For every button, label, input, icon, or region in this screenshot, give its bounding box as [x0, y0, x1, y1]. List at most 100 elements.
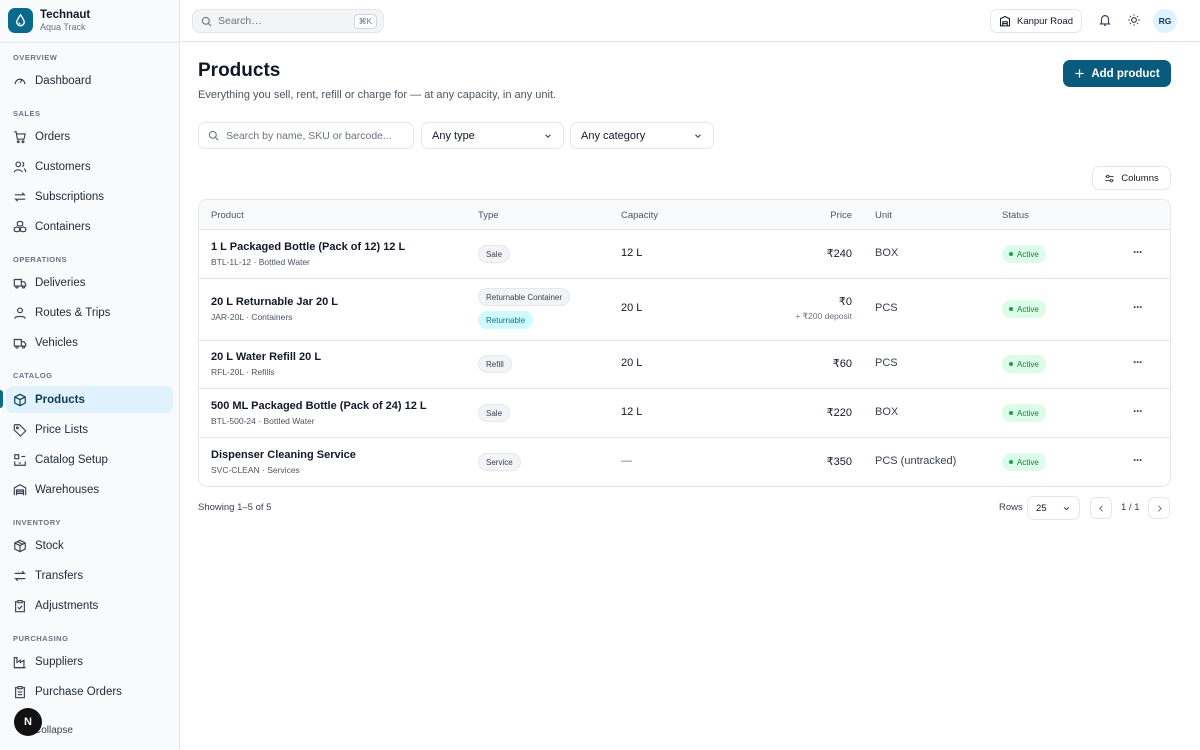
chevron-down-icon [695, 133, 701, 138]
columns-button[interactable]: Columns [1092, 166, 1171, 190]
status-label: Active [1017, 359, 1039, 369]
package-icon [14, 393, 26, 406]
sidebar-item-label: Warehouses [35, 483, 100, 496]
sidebar-item-suppliers[interactable]: Suppliers [6, 648, 173, 675]
sidebar-item-customers[interactable]: Customers [6, 153, 173, 180]
chevron-left-icon [1098, 504, 1103, 512]
sidebar-item-containers[interactable]: Containers [6, 213, 173, 240]
table-row[interactable]: 1 L Packaged Bottle (Pack of 12) 12 L BT… [199, 230, 1170, 279]
product-search-input[interactable]: Search by name, SKU or barcode... [198, 122, 414, 149]
sidebar-item-routes-trips[interactable]: Routes & Trips [6, 299, 173, 326]
sidebar-item-vehicles[interactable]: Vehicles [6, 329, 173, 356]
status-badge: Active [1002, 453, 1046, 471]
column-header-price[interactable]: Price [830, 210, 852, 221]
brand[interactable]: Technaut Aqua Track [8, 8, 90, 33]
topbar: Search… ⌘K Kanpur Road RG [180, 0, 1200, 42]
row-actions-more-icon[interactable]: ··· [1133, 355, 1143, 369]
unit-value: PCS [875, 302, 898, 314]
sidebar-item-adjustments[interactable]: Adjustments [6, 592, 173, 619]
user-avatar[interactable]: RG [1153, 9, 1177, 33]
page-subtitle: Everything you sell, rent, refill or cha… [198, 89, 557, 101]
search-icon [208, 130, 219, 141]
sidebar-item-products[interactable]: Products [6, 386, 173, 413]
status-dot [1009, 252, 1013, 256]
global-search-input[interactable]: Search… ⌘K [192, 9, 384, 33]
sidebar-item-dashboard[interactable]: Dashboard [6, 67, 173, 94]
bell-icon[interactable] [1098, 13, 1112, 27]
product-name[interactable]: 1 L Packaged Bottle (Pack of 12) 12 L [211, 241, 405, 253]
column-header-unit[interactable]: Unit [875, 210, 892, 221]
row-actions-more-icon[interactable]: ··· [1133, 453, 1143, 467]
sidebar-item-transfers[interactable]: Transfers [6, 562, 173, 589]
table-row[interactable]: Dispenser Cleaning Service SVC-CLEAN · S… [199, 438, 1170, 486]
branch-selector-button[interactable]: Kanpur Road [990, 9, 1082, 33]
price-value: ₹220 [826, 407, 852, 419]
arrows-icon [14, 570, 26, 581]
column-header-product[interactable]: Product [211, 210, 244, 221]
type-badge: Sale [478, 404, 511, 422]
status-badge: Active [1002, 245, 1046, 263]
nav-section-operations: OPERATIONS [13, 255, 68, 264]
truck-icon [13, 338, 27, 349]
status-badge: Active [1002, 355, 1046, 373]
sidebar-item-catalog-setup[interactable]: Catalog Setup [6, 446, 173, 473]
nav-section-purchasing: PURCHASING [13, 634, 69, 643]
floating-badge-button[interactable]: N [14, 708, 42, 736]
table-row[interactable]: 500 ML Packaged Bottle (Pack of 24) 12 L… [199, 389, 1170, 438]
status-badge: Active [1002, 404, 1046, 422]
sidebar-item-label: Deliveries [35, 276, 86, 289]
product-name[interactable]: 500 ML Packaged Bottle (Pack of 24) 12 L [211, 400, 427, 412]
column-header-status[interactable]: Status [1002, 210, 1029, 221]
next-page-button[interactable] [1148, 497, 1170, 519]
status-dot [1009, 362, 1013, 366]
status-dot [1009, 307, 1013, 311]
product-name[interactable]: 20 L Water Refill 20 L [211, 351, 321, 363]
category-select[interactable]: Any category [570, 122, 714, 149]
global-search-placeholder: Search… [218, 15, 262, 27]
row-actions-more-icon[interactable]: ··· [1133, 245, 1143, 259]
sliders-icon [1105, 174, 1114, 182]
sidebar-item-price-lists[interactable]: Price Lists [6, 416, 173, 443]
type-select[interactable]: Any type [421, 122, 564, 149]
sidebar-item-label: Catalog Setup [35, 453, 108, 466]
type-select-value: Any type [432, 129, 475, 142]
row-actions-more-icon[interactable]: ··· [1133, 300, 1143, 314]
price-value: ₹60 [832, 358, 852, 370]
product-name[interactable]: 20 L Returnable Jar 20 L [211, 296, 338, 308]
add-product-label: Add product [1091, 67, 1160, 80]
returnable-badge: Returnable [478, 311, 534, 329]
column-header-capacity[interactable]: Capacity [621, 210, 658, 221]
type-badge: Sale [478, 245, 511, 263]
status-label: Active [1017, 408, 1039, 418]
sidebar-item-label: Products [35, 393, 85, 406]
table-header: Product Type Capacity Price Unit Status [199, 200, 1170, 230]
sidebar-item-label: Customers [35, 160, 91, 173]
nav-section-catalog: CATALOG [13, 371, 53, 380]
clipboard-check-icon [15, 599, 25, 612]
unit-value: PCS (untracked) [875, 455, 957, 467]
table-row[interactable]: 20 L Returnable Jar 20 L JAR-20L · Conta… [199, 279, 1170, 341]
brand-name: Technaut [40, 8, 91, 21]
product-name[interactable]: Dispenser Cleaning Service [211, 449, 356, 461]
sun-icon[interactable] [1127, 13, 1141, 27]
capacity-value: 20 L [621, 357, 643, 369]
sidebar-item-stock[interactable]: Stock [6, 532, 173, 559]
add-product-button[interactable]: Add product [1063, 60, 1171, 87]
sidebar: Technaut Aqua Track OVERVIEW Dashboard S… [0, 0, 180, 750]
sidebar-item-purchase-orders[interactable]: Purchase Orders [6, 678, 173, 705]
table-row[interactable]: 20 L Water Refill 20 L RFL-20L · Refills… [199, 341, 1170, 389]
rows-per-page-select[interactable]: 25 [1027, 496, 1080, 520]
sidebar-item-deliveries[interactable]: Deliveries [6, 269, 173, 296]
columns-label: Columns [1121, 172, 1159, 184]
sidebar-item-warehouses[interactable]: Warehouses [6, 476, 173, 503]
showing-count: Showing 1–5 of 5 [198, 502, 272, 513]
sidebar-item-orders[interactable]: Orders [6, 123, 173, 150]
products-table: Product Type Capacity Price Unit Status … [198, 199, 1171, 487]
row-actions-more-icon[interactable]: ··· [1133, 404, 1143, 418]
truck-icon [13, 278, 27, 289]
prev-page-button[interactable] [1090, 497, 1112, 519]
status-dot [1009, 460, 1013, 464]
sidebar-item-subscriptions[interactable]: Subscriptions [6, 183, 173, 210]
column-header-type[interactable]: Type [478, 210, 499, 221]
boxes-icon [13, 220, 27, 232]
